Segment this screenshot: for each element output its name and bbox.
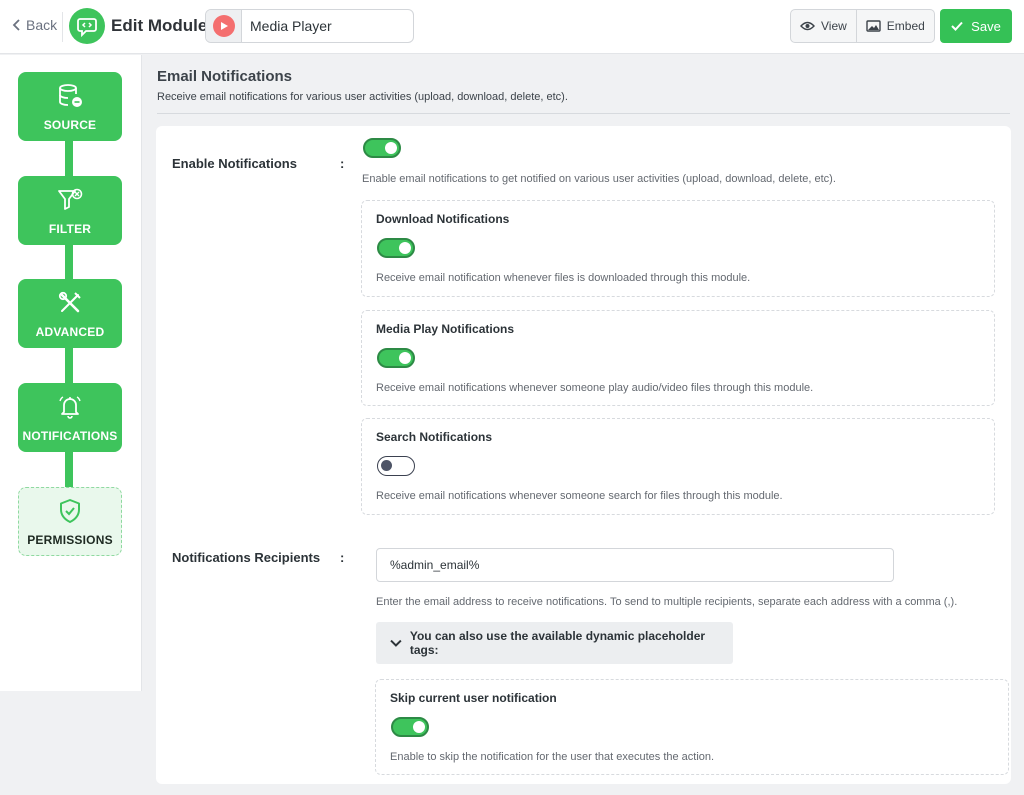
skip-current-user-help: Enable to skip the notification for the … xyxy=(390,751,715,763)
media-play-notifications-toggle[interactable] xyxy=(377,348,415,368)
enable-notifications-help: Enable email notifications to get notifi… xyxy=(362,173,836,185)
section-divider xyxy=(157,113,1010,114)
image-icon xyxy=(866,20,881,32)
step-label: ADVANCED xyxy=(35,324,105,339)
download-notifications-toggle[interactable] xyxy=(377,238,415,258)
steps-sidebar: SOURCE FILTER ADVANCED NOTIFICATIONS PER… xyxy=(0,55,142,691)
skip-current-user-box: Skip current user notification Enable to… xyxy=(375,679,1009,775)
recipients-help: Enter the email address to receive notif… xyxy=(376,596,958,608)
download-notifications-box: Download Notifications Receive email not… xyxy=(361,200,995,297)
enable-notifications-toggle[interactable] xyxy=(363,138,401,158)
enable-notifications-label: Enable Notifications xyxy=(172,156,297,171)
bell-icon xyxy=(59,395,81,419)
step-source[interactable]: SOURCE xyxy=(18,72,122,141)
section-title: Email Notifications xyxy=(157,68,293,85)
save-button[interactable]: Save xyxy=(940,9,1012,43)
search-notifications-help: Receive email notifications whenever som… xyxy=(376,490,783,502)
recipients-email-input[interactable]: %admin_email% xyxy=(376,548,894,582)
step-label: PERMISSIONS xyxy=(27,532,113,547)
label-colon: : xyxy=(340,156,345,171)
step-label: NOTIFICATIONS xyxy=(22,428,118,443)
embed-button[interactable]: Embed xyxy=(855,10,934,42)
module-icon-box xyxy=(206,10,242,42)
download-notifications-title: Download Notifications xyxy=(376,212,510,226)
media-play-notifications-box: Media Play Notifications Receive email n… xyxy=(361,310,995,406)
main-content: Email Notifications Receive email notifi… xyxy=(142,55,1024,795)
media-play-notifications-help: Receive email notifications whenever som… xyxy=(376,382,814,394)
view-label: View xyxy=(821,19,847,33)
filter-icon xyxy=(58,188,83,210)
step-label: FILTER xyxy=(48,221,92,236)
recipients-label: Notifications Recipients xyxy=(172,550,321,565)
eye-icon xyxy=(800,21,815,31)
enable-notifications-card: Enable Notifications : Enable email noti… xyxy=(156,126,1011,580)
step-advanced[interactable]: ADVANCED xyxy=(18,279,122,348)
label-colon: : xyxy=(340,550,345,565)
download-notifications-help: Receive email notification whenever file… xyxy=(376,272,751,284)
skip-current-user-title: Skip current user notification xyxy=(390,691,557,705)
page-title: Edit Module xyxy=(111,16,208,35)
check-icon xyxy=(951,21,963,31)
search-notifications-box: Search Notifications Receive email notif… xyxy=(361,418,995,515)
placeholder-tags-label: You can also use the available dynamic p… xyxy=(409,629,706,657)
embed-label: Embed xyxy=(886,19,925,33)
media-play-notifications-title: Media Play Notifications xyxy=(376,322,515,336)
search-notifications-toggle[interactable] xyxy=(377,456,415,476)
header-divider xyxy=(62,12,63,42)
module-name: Media Player xyxy=(250,18,332,34)
step-label: SOURCE xyxy=(43,117,97,132)
step-filter[interactable]: FILTER xyxy=(18,176,122,245)
placeholder-tags-toggle[interactable]: You can also use the available dynamic p… xyxy=(376,622,733,664)
play-icon xyxy=(212,15,235,37)
step-notifications[interactable]: NOTIFICATIONS xyxy=(18,383,122,452)
view-button[interactable]: View xyxy=(791,10,856,42)
top-header: Back Edit Module Media Player View Embed… xyxy=(0,0,1024,54)
back-label: Back xyxy=(26,17,58,33)
chevron-down-icon xyxy=(390,639,402,647)
save-label: Save xyxy=(971,18,1001,34)
shield-check-icon xyxy=(60,498,80,523)
database-icon xyxy=(59,83,82,107)
chevron-left-icon xyxy=(12,19,20,31)
recipients-card: Notifications Recipients : %admin_email%… xyxy=(156,538,1011,784)
search-notifications-title: Search Notifications xyxy=(376,430,493,444)
module-selector[interactable]: Media Player xyxy=(205,9,414,43)
skip-current-user-toggle[interactable] xyxy=(391,717,429,737)
back-button[interactable]: Back xyxy=(12,17,57,33)
app-logo-icon xyxy=(69,8,105,44)
tools-icon xyxy=(58,291,81,312)
view-embed-group: View Embed xyxy=(790,9,935,43)
step-permissions[interactable]: PERMISSIONS xyxy=(18,487,122,556)
section-description: Receive email notifications for various … xyxy=(157,91,568,103)
